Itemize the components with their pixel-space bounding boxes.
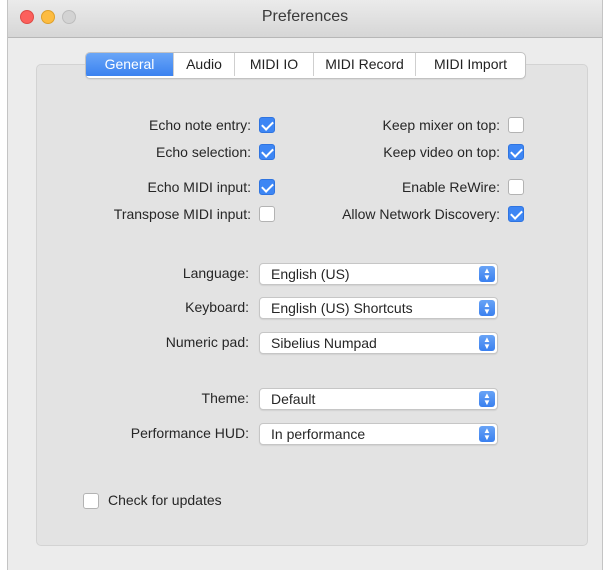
echo-selection-checkbox[interactable]: [259, 144, 275, 160]
keep-video-on-top-checkbox[interactable]: [508, 144, 524, 160]
chevron-up-down-icon: ▲ ▼: [479, 426, 495, 442]
option-echo-note-entry[interactable]: Echo note entry:: [68, 116, 275, 134]
theme-row: Theme:: [8, 388, 249, 410]
theme-label: Theme:: [201, 390, 249, 406]
option-label: Allow Network Discovery:: [342, 206, 500, 222]
option-label: Echo selection:: [156, 144, 251, 160]
chevron-up-down-icon: ▲ ▼: [479, 266, 495, 282]
chevron-up-down-icon: ▲ ▼: [479, 300, 495, 316]
echo-midi-input-checkbox[interactable]: [259, 179, 275, 195]
numeric-pad-select[interactable]: Sibelius Numpad ▲ ▼: [259, 332, 498, 354]
tab-bar: General Audio MIDI IO MIDI Record MIDI I…: [85, 52, 526, 79]
enable-rewire-checkbox[interactable]: [508, 179, 524, 195]
language-row: Language:: [8, 263, 249, 285]
performance-hud-value: In performance: [271, 426, 366, 442]
chevron-up-down-icon: ▲ ▼: [479, 335, 495, 351]
performance-hud-row: Performance HUD:: [8, 423, 249, 445]
numeric-pad-label: Numeric pad:: [165, 334, 249, 350]
language-label: Language:: [182, 265, 249, 281]
theme-select[interactable]: Default ▲ ▼: [259, 388, 498, 410]
option-transpose-midi-input[interactable]: Transpose MIDI input:: [68, 205, 275, 223]
check-for-updates-checkbox[interactable]: [83, 493, 99, 509]
tab-midi-import[interactable]: MIDI Import: [415, 53, 525, 76]
theme-value: Default: [271, 391, 316, 407]
option-label: Transpose MIDI input:: [113, 206, 251, 222]
language-value: English (US): [271, 266, 350, 282]
option-keep-video-on-top[interactable]: Keep video on top:: [308, 143, 524, 161]
keyboard-select[interactable]: English (US) Shortcuts ▲ ▼: [259, 297, 498, 319]
chevron-up-down-icon: ▲ ▼: [479, 391, 495, 407]
performance-hud-select[interactable]: In performance ▲ ▼: [259, 423, 498, 445]
numeric-pad-row: Numeric pad:: [8, 332, 249, 354]
option-echo-midi-input[interactable]: Echo MIDI input:: [68, 178, 275, 196]
option-label: Keep video on top:: [383, 144, 500, 160]
option-keep-mixer-on-top[interactable]: Keep mixer on top:: [308, 116, 524, 134]
option-allow-network-discovery[interactable]: Allow Network Discovery:: [308, 205, 524, 223]
option-echo-selection[interactable]: Echo selection:: [68, 143, 275, 161]
tab-general[interactable]: General: [86, 53, 173, 76]
check-for-updates-label: Check for updates: [108, 492, 222, 508]
performance-hud-label: Performance HUD:: [130, 425, 249, 441]
option-enable-rewire[interactable]: Enable ReWire:: [308, 178, 524, 196]
language-select[interactable]: English (US) ▲ ▼: [259, 263, 498, 285]
numeric-pad-value: Sibelius Numpad: [271, 335, 377, 351]
title-bar: Preferences: [8, 0, 602, 38]
option-label: Keep mixer on top:: [382, 117, 500, 133]
keyboard-row: Keyboard:: [8, 297, 249, 319]
window-title: Preferences: [261, 8, 349, 25]
option-label: Echo note entry:: [149, 117, 251, 133]
keep-mixer-on-top-checkbox[interactable]: [508, 117, 524, 133]
tab-midi-io[interactable]: MIDI IO: [234, 53, 313, 76]
preferences-window: Preferences General Audio MIDI IO MIDI R…: [7, 0, 603, 570]
keyboard-value: English (US) Shortcuts: [271, 300, 413, 316]
keyboard-label: Keyboard:: [185, 299, 249, 315]
tab-midi-record[interactable]: MIDI Record: [313, 53, 415, 76]
tab-audio[interactable]: Audio: [173, 53, 234, 76]
option-label: Enable ReWire:: [401, 179, 500, 195]
allow-network-discovery-checkbox[interactable]: [508, 206, 524, 222]
option-label: Echo MIDI input:: [147, 179, 252, 195]
echo-note-entry-checkbox[interactable]: [259, 117, 275, 133]
transpose-midi-input-checkbox[interactable]: [259, 206, 275, 222]
